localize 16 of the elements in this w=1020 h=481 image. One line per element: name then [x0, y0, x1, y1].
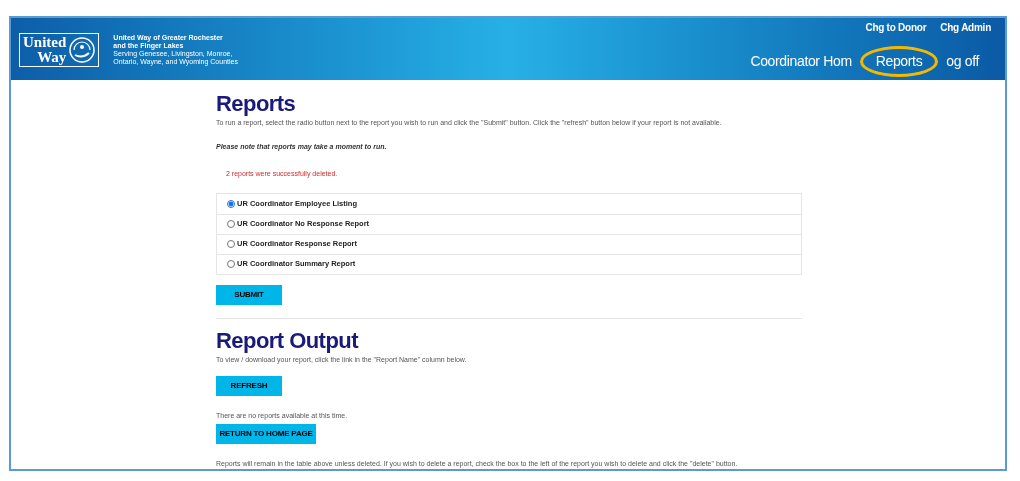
- header-link[interactable]: Chg to Donor: [865, 20, 927, 35]
- page-title: Reports: [216, 92, 297, 116]
- section-title: Report Output: [216, 328, 360, 353]
- radio-button[interactable]: [227, 240, 235, 248]
- logo-text: Way: [37, 50, 67, 65]
- radio-button[interactable]: [227, 260, 235, 268]
- radio-button[interactable]: [227, 220, 235, 228]
- header-link[interactable]: Chg Admin: [940, 20, 991, 35]
- submit-button[interactable]: SUBMIT: [216, 284, 282, 305]
- nav-link[interactable]: Reports: [875, 53, 923, 69]
- return-home-button[interactable]: RETURN TO HOME PAGE: [216, 423, 316, 444]
- nav-link[interactable]: og off: [946, 53, 979, 69]
- logo-text: United: [23, 35, 67, 50]
- refresh-button[interactable]: REFRESH: [216, 376, 282, 396]
- nav-link[interactable]: Coordinator Hom: [750, 53, 852, 69]
- radio-button[interactable]: [227, 199, 235, 208]
